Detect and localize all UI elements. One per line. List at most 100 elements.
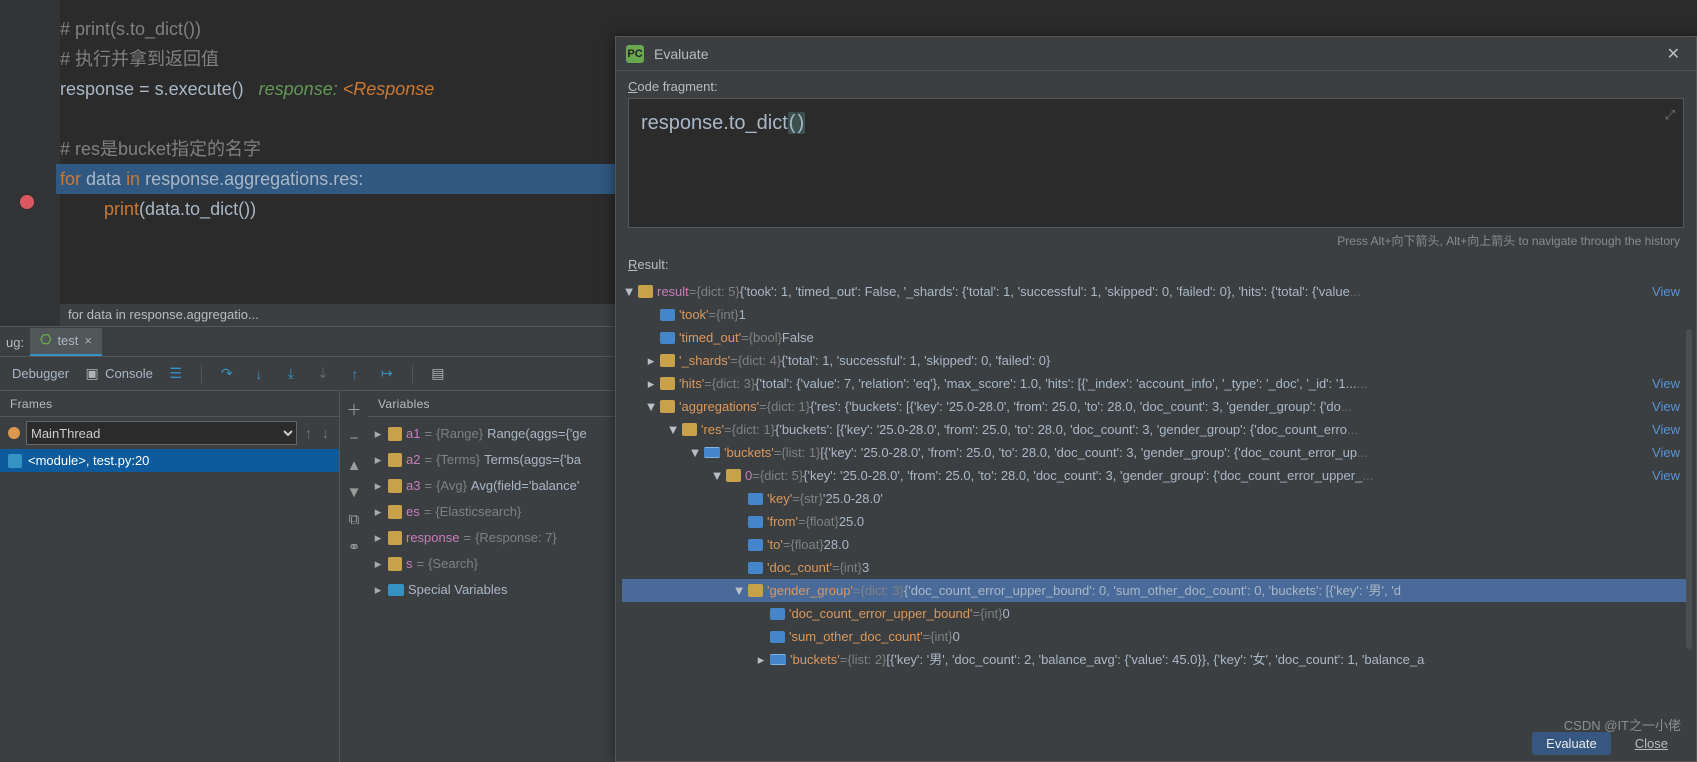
view-link[interactable]: View [1646, 372, 1680, 395]
thread-selector[interactable]: MainThread [26, 421, 297, 445]
object-icon [388, 557, 402, 571]
close-icon[interactable]: ✕ [1661, 42, 1686, 66]
evaluate-dialog: PC Evaluate ✕ Code fragment: response.to… [615, 36, 1697, 762]
code-area[interactable]: # print(s.to_dict()) # 执行并拿到返回值 response… [60, 14, 615, 224]
expand-icon[interactable]: ▼ [622, 280, 636, 303]
result-row[interactable]: ▼result = {dict: 5} {'took': 1, 'timed_o… [622, 280, 1690, 303]
type-icon [704, 447, 720, 458]
code-editor[interactable]: # print(s.to_dict()) # 执行并拿到返回值 response… [0, 0, 615, 326]
result-row[interactable]: ▸'hits' = {dict: 3} {'total': {'value': … [622, 372, 1690, 395]
view-link[interactable]: View [1646, 280, 1680, 303]
force-step-icon[interactable]: ⇣ [314, 365, 332, 383]
add-watch-icon[interactable]: ＋ [346, 399, 361, 420]
result-row[interactable]: 'doc_count_error_upper_bound' = {int} 0 [622, 602, 1690, 625]
expand-icon[interactable]: ▸ [372, 501, 384, 523]
expand-icon[interactable]: ▸ [644, 372, 658, 395]
result-label: Result: [616, 249, 1696, 276]
expand-icon[interactable]: ▼ [644, 395, 658, 418]
result-row[interactable]: ▼0 = {dict: 5} {'key': '25.0-28.0', 'fro… [622, 464, 1690, 487]
evaluate-expression-icon[interactable]: ▤ [429, 365, 447, 383]
expand-icon[interactable]: ▼ [666, 418, 680, 441]
view-link[interactable]: View [1646, 418, 1680, 441]
close-button[interactable]: Close [1621, 732, 1682, 755]
step-over-icon[interactable]: ↷ [218, 365, 236, 383]
tab-console[interactable]: ▣ Console [83, 365, 153, 383]
view-link[interactable]: View [1646, 464, 1680, 487]
type-icon [748, 562, 763, 574]
step-out-icon[interactable]: ↑ [346, 365, 364, 383]
result-type: {float} [790, 533, 823, 556]
expand-icon[interactable]: ⤢ [1665, 107, 1675, 123]
result-key: 'hits' [679, 372, 704, 395]
result-row[interactable]: ▼'aggregations' = {dict: 1} {'res': {'bu… [622, 395, 1690, 418]
run-to-cursor-icon[interactable]: ↦ [378, 365, 396, 383]
duplicate-icon[interactable]: ⧉ [349, 511, 360, 528]
breadcrumb[interactable]: for data in response.aggregatio... [60, 304, 615, 326]
result-row[interactable]: ▸'buckets' = {list: 2} [{'key': '男', 'do… [622, 648, 1690, 671]
debug-run-tab[interactable]: ⎔ test × [30, 328, 102, 356]
expand-icon[interactable]: ▸ [372, 475, 384, 497]
expand-icon[interactable]: ▼ [688, 441, 702, 464]
link-icon[interactable]: ⚭ [348, 538, 361, 556]
step-into-icon[interactable]: ↓ [250, 365, 268, 383]
result-type: {bool} [749, 326, 782, 349]
expand-icon[interactable]: ▼ [710, 464, 724, 487]
result-row[interactable]: 'key' = {str} '25.0-28.0' [622, 487, 1690, 510]
expand-icon[interactable]: ▸ [754, 648, 768, 671]
evaluate-button[interactable]: Evaluate [1532, 732, 1611, 755]
result-value: 3 [862, 556, 869, 579]
result-row[interactable]: 'doc_count' = {int} 3 [622, 556, 1690, 579]
python-icon: ⎔ [40, 332, 51, 348]
stack-frame[interactable]: <module>, test.py:20 [0, 449, 339, 472]
result-row[interactable]: 'to' = {float} 28.0 [622, 533, 1690, 556]
type-icon [638, 285, 653, 298]
result-row[interactable]: ▼'res' = {dict: 1} {'buckets': [{'key': … [622, 418, 1690, 441]
variable-row[interactable]: ▸ a1 = {Range} Range(aggs={'ge [368, 421, 615, 447]
result-value: 28.0 [824, 533, 849, 556]
result-row[interactable]: ▼'buckets' = {list: 1} [{'key': '25.0-28… [622, 441, 1690, 464]
next-frame-icon[interactable]: ↓ [320, 425, 331, 441]
expand-icon[interactable]: ▸ [372, 449, 384, 471]
close-icon[interactable]: × [84, 333, 92, 348]
result-key: 'to' [767, 533, 783, 556]
tab-debugger[interactable]: Debugger [12, 366, 69, 381]
result-value: {'key': '25.0-28.0', 'from': 25.0, 'to':… [803, 464, 1362, 487]
result-tree[interactable]: ▼result = {dict: 5} {'took': 1, 'timed_o… [616, 280, 1696, 671]
expand-icon[interactable]: ▸ [644, 349, 658, 372]
step-into-my-icon[interactable]: ⤓ [282, 365, 300, 383]
variable-row[interactable]: ▸ s = {Search} [368, 551, 615, 577]
view-link[interactable]: View [1646, 395, 1680, 418]
up-icon[interactable]: ▲ [347, 457, 362, 474]
object-icon [388, 531, 402, 545]
variable-row[interactable]: ▸ response = {Response: 7} [368, 525, 615, 551]
prev-frame-icon[interactable]: ↑ [303, 425, 314, 441]
expand-icon[interactable]: ▼ [732, 579, 746, 602]
type-icon [682, 423, 697, 436]
result-row[interactable]: 'from' = {float} 25.0 [622, 510, 1690, 533]
variable-row[interactable]: ▸ a3 = {Avg} Avg(field='balance' [368, 473, 615, 499]
breakpoint-marker[interactable] [20, 195, 34, 209]
result-value: {'total': {'value': 7, 'relation': 'eq'}… [755, 372, 1356, 395]
console-icon: ▣ [83, 365, 101, 383]
result-row[interactable]: ▼'gender_group' = {dict: 3} {'doc_count_… [622, 579, 1690, 602]
variable-type: {Range} [436, 423, 483, 445]
down-icon[interactable]: ▼ [347, 484, 362, 501]
variable-row[interactable]: ▸ es = {Elasticsearch} [368, 499, 615, 525]
expression-input[interactable]: response.to_dict() ⤢ [628, 98, 1684, 228]
expand-icon[interactable]: ▸ [372, 423, 384, 445]
result-row[interactable]: 'took' = {int} 1 [622, 303, 1690, 326]
result-key: 'doc_count_error_upper_bound' [789, 602, 973, 625]
result-row[interactable]: 'sum_other_doc_count' = {int} 0 [622, 625, 1690, 648]
special-variables[interactable]: ▸ Special Variables [368, 577, 615, 603]
threads-icon[interactable]: ☰ [167, 365, 185, 383]
result-type: {dict: 5} [696, 280, 739, 303]
scrollbar[interactable] [1686, 329, 1692, 649]
remove-watch-icon[interactable]: − [350, 430, 359, 447]
result-row[interactable]: ▸'_shards' = {dict: 4} {'total': 1, 'suc… [622, 349, 1690, 372]
variable-row[interactable]: ▸ a2 = {Terms} Terms(aggs={'ba [368, 447, 615, 473]
expand-icon[interactable]: ▸ [372, 553, 384, 575]
expand-icon[interactable]: ▸ [372, 527, 384, 549]
view-link[interactable]: View [1646, 441, 1680, 464]
current-execution-line: for data in response.aggregations.res: [56, 164, 615, 194]
result-row[interactable]: 'timed_out' = {bool} False [622, 326, 1690, 349]
